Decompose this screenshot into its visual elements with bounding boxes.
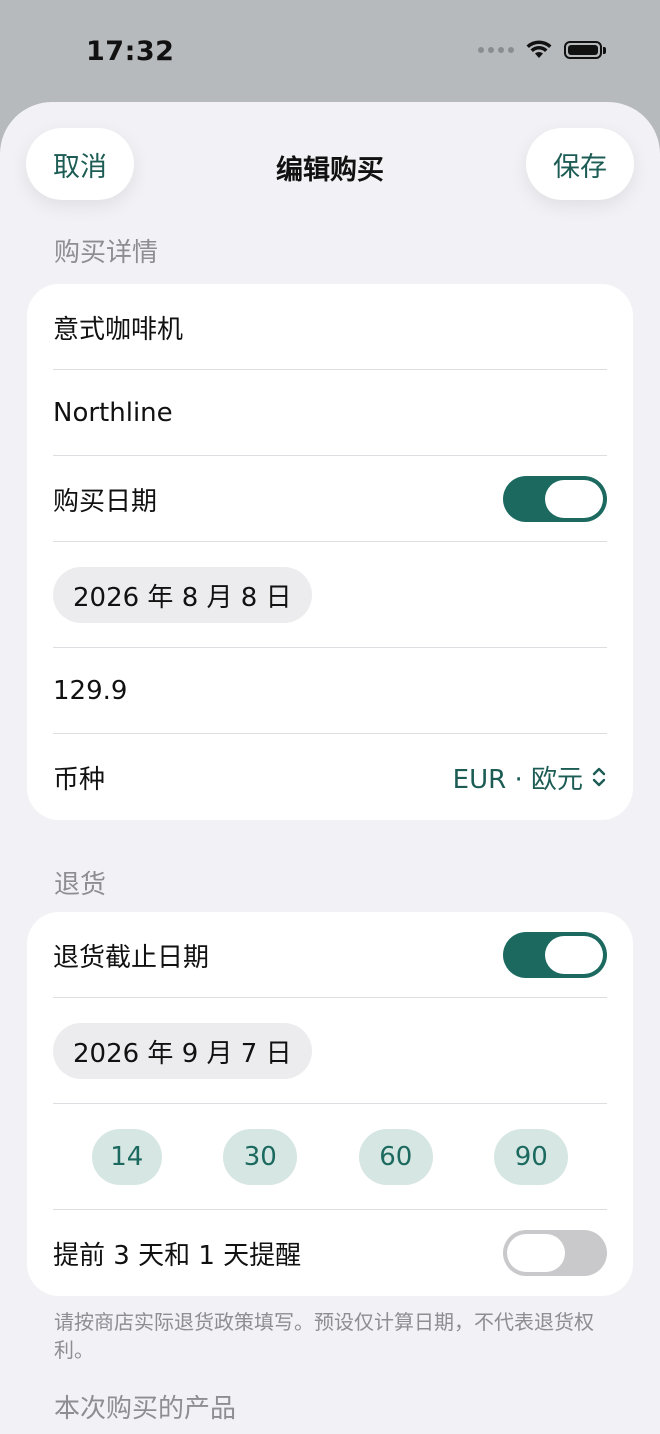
cellular-signal-icon <box>478 47 514 53</box>
store-value: Northline <box>53 398 173 428</box>
return-days-presets: 14 30 60 90 <box>27 1104 633 1210</box>
price-field[interactable]: 129.9 <box>27 648 633 734</box>
reminder-toggle[interactable] <box>503 1230 607 1276</box>
purchase-date-toggle[interactable] <box>503 476 607 522</box>
price-value: 129.9 <box>53 676 128 706</box>
currency-label: 币种 <box>53 764 106 795</box>
status-icons <box>478 40 606 60</box>
section-header-returns: 退货 <box>54 870 107 900</box>
currency-picker[interactable]: EUR · 欧元 <box>453 759 607 796</box>
edit-purchase-sheet: 取消 编辑购买 保存 购买详情 意式咖啡机 Northline 购买日期 202… <box>0 102 660 1434</box>
status-time: 17:32 <box>86 36 175 67</box>
section-header-purchase-details: 购买详情 <box>54 238 159 268</box>
preset-14-days[interactable]: 14 <box>91 1129 162 1185</box>
purchase-date-picker[interactable]: 2026 年 8 月 8 日 <box>53 567 312 623</box>
currency-row: 币种 EUR · 欧元 <box>27 734 633 820</box>
product-name-value: 意式咖啡机 <box>53 314 184 345</box>
toggle-knob <box>545 936 603 974</box>
returns-footnote: 请按商店实际退货政策填写。预设仅计算日期，不代表退货权利。 <box>54 1310 594 1362</box>
return-date-picker-row: 2026 年 9 月 7 日 <box>27 998 633 1104</box>
toggle-knob <box>545 480 603 518</box>
chevron-up-down-icon <box>592 767 606 787</box>
return-date-picker[interactable]: 2026 年 9 月 7 日 <box>53 1023 312 1079</box>
purchase-date-picker-row: 2026 年 8 月 8 日 <box>27 542 633 648</box>
reminder-label: 提前 3 天和 1 天提醒 <box>53 1240 302 1271</box>
returns-card: 退货截止日期 2026 年 9 月 7 日 14 30 60 90 提前 3 天… <box>27 912 633 1296</box>
wifi-icon <box>526 40 552 58</box>
toggle-knob <box>507 1234 565 1272</box>
return-deadline-label: 退货截止日期 <box>53 942 210 973</box>
purchase-date-label: 购买日期 <box>53 486 158 517</box>
return-deadline-row: 退货截止日期 <box>27 912 633 998</box>
purchase-details-card: 意式咖啡机 Northline 购买日期 2026 年 8 月 8 日 129.… <box>27 284 633 820</box>
store-field[interactable]: Northline <box>27 370 633 456</box>
currency-value: EUR · 欧元 <box>452 764 583 795</box>
section-header-products: 本次购买的产品 <box>54 1394 237 1424</box>
save-button[interactable]: 保存 <box>526 128 634 200</box>
reminder-row: 提前 3 天和 1 天提醒 <box>27 1210 633 1296</box>
product-name-field[interactable]: 意式咖啡机 <box>27 284 633 370</box>
status-bar: 17:32 <box>0 0 660 100</box>
preset-90-days[interactable]: 90 <box>494 1129 569 1185</box>
return-deadline-toggle[interactable] <box>503 932 607 978</box>
purchase-date-row: 购买日期 <box>27 456 633 542</box>
preset-30-days[interactable]: 30 <box>223 1129 298 1185</box>
battery-icon <box>564 41 606 59</box>
preset-60-days[interactable]: 60 <box>358 1129 433 1185</box>
